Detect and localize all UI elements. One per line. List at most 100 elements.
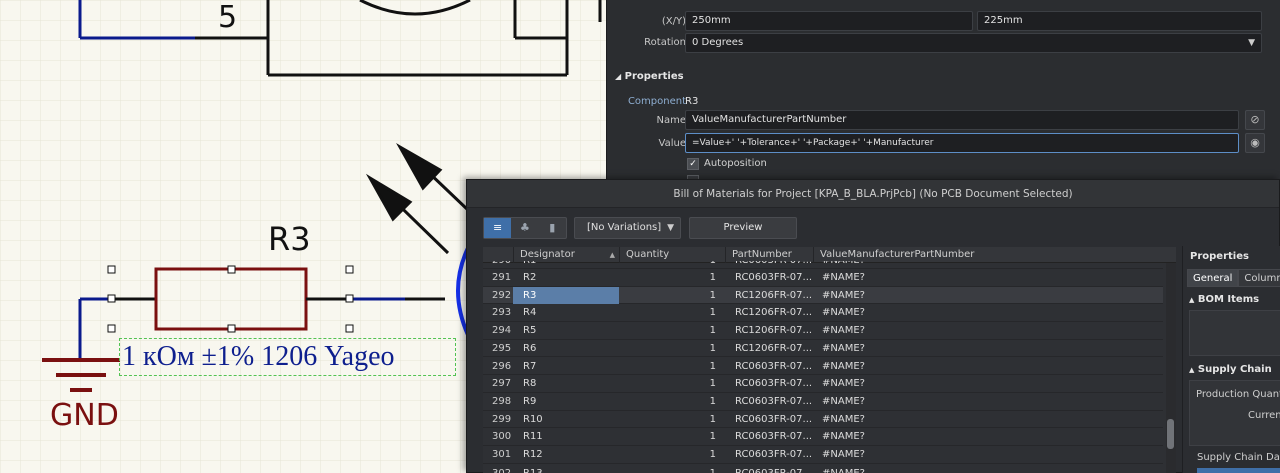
pin-number: 5 bbox=[218, 0, 238, 35]
hidden-eye-icon[interactable]: ⊘ bbox=[1245, 110, 1265, 130]
designator-cell: R4 bbox=[523, 307, 537, 319]
value-label: Value bbox=[658, 138, 686, 149]
value-manufacturer-cell: #NAME? bbox=[822, 431, 865, 443]
grid-scrollbar[interactable] bbox=[1166, 263, 1176, 473]
production-quantity-label: Production Quantity bbox=[1196, 389, 1280, 400]
xy-label: (X/Y) bbox=[661, 16, 686, 27]
table-row[interactable]: 300 R11 1 RC0603FR-07... #NAME? bbox=[483, 428, 1163, 446]
table-row[interactable]: 298 R9 1 RC0603FR-07... #NAME? bbox=[483, 393, 1163, 411]
designator-label[interactable]: R3 bbox=[268, 220, 311, 258]
supply-chain-section[interactable]: ▲ Supply Chain bbox=[1189, 364, 1272, 375]
table-row[interactable]: 290 R1 1 RC0603FR-07... #NAME? bbox=[483, 261, 1163, 269]
designator-cell: R5 bbox=[523, 325, 537, 337]
collapse-triangle-icon: ▲ bbox=[1189, 296, 1195, 304]
chart-view-icon[interactable]: ▮ bbox=[539, 218, 566, 238]
row-index: 298 bbox=[492, 395, 512, 407]
quantity-cell: 1 bbox=[709, 342, 716, 354]
designator-cell: R6 bbox=[523, 342, 537, 354]
designator-cell: R8 bbox=[523, 378, 537, 390]
flat-view-icon[interactable]: ≡ bbox=[484, 218, 512, 238]
designator-cell: R12 bbox=[523, 449, 543, 460]
supply-chain-data-button[interactable] bbox=[1197, 468, 1280, 473]
collapse-triangle-icon: ◢ bbox=[615, 72, 622, 81]
designator-cell: R3 bbox=[513, 286, 619, 304]
quantity-cell: 1 bbox=[709, 395, 716, 407]
bom-items-section[interactable]: ▲ BOM Items bbox=[1189, 294, 1259, 305]
bom-toolbar: ≡ ♣ ▮ [No Variations] ▼ Preview bbox=[467, 209, 1279, 245]
tab-general[interactable]: General bbox=[1187, 269, 1239, 287]
supply-chain-data-label: Supply Chain Data bbox=[1197, 452, 1280, 463]
table-row[interactable]: 295 R6 1 RC1206FR-07... #NAME? bbox=[483, 340, 1163, 358]
quantity-cell: 1 bbox=[709, 289, 716, 301]
name-label: Name bbox=[656, 115, 686, 126]
base-view-icon[interactable]: ♣ bbox=[511, 218, 538, 238]
value-field[interactable]: =Value+' '+Tolerance+' '+Package+' '+Man… bbox=[685, 133, 1239, 153]
chevron-down-icon: ▼ bbox=[1248, 38, 1255, 48]
scrollbar-thumb[interactable] bbox=[1167, 419, 1174, 449]
rotation-label: Rotation bbox=[644, 37, 686, 48]
preview-button[interactable]: Preview bbox=[689, 217, 797, 239]
bom-grid[interactable]: Designator ▲ Quantity PartNumber ValueMa… bbox=[483, 247, 1176, 473]
y-position-field[interactable]: 225mm bbox=[977, 11, 1262, 31]
table-row[interactable]: 294 R5 1 RC1206FR-07... #NAME? bbox=[483, 322, 1163, 340]
collapse-triangle-icon: ▲ bbox=[1189, 366, 1195, 374]
designator-cell: R10 bbox=[523, 413, 543, 425]
row-index: 295 bbox=[492, 342, 512, 354]
rotation-select[interactable]: 0 Degrees ▼ bbox=[685, 33, 1262, 53]
name-field[interactable]: ValueManufacturerPartNumber bbox=[685, 110, 1239, 130]
visible-eye-icon[interactable]: ◉ bbox=[1245, 133, 1265, 153]
row-index: 301 bbox=[492, 449, 512, 460]
variation-select[interactable]: [No Variations] ▼ bbox=[574, 217, 681, 239]
value-manufacturer-cell: #NAME? bbox=[822, 289, 865, 301]
table-row[interactable]: 293 R4 1 RC1206FR-07... #NAME? bbox=[483, 304, 1163, 323]
designator-cell: R7 bbox=[523, 360, 537, 372]
partnumber-cell: RC0603FR-07... bbox=[735, 360, 813, 372]
comment-value-text[interactable]: 1 кОм ±1% 1206 Yageo bbox=[119, 338, 456, 376]
quantity-cell: 1 bbox=[709, 360, 716, 372]
bom-window-title[interactable]: Bill of Materials for Project [KPA_B_BLA… bbox=[467, 180, 1279, 208]
rotation-value: 0 Degrees bbox=[692, 37, 744, 48]
bom-properties-title: Properties bbox=[1190, 251, 1249, 262]
value-manufacturer-cell: #NAME? bbox=[822, 449, 865, 460]
value-manufacturer-cell: #NAME? bbox=[822, 342, 865, 354]
bom-properties-tabs: General Columns bbox=[1187, 269, 1280, 287]
value-manufacturer-cell: #NAME? bbox=[822, 307, 865, 319]
partnumber-cell: RC1206FR-07... bbox=[735, 289, 813, 301]
component-value: R3 bbox=[685, 96, 699, 107]
partnumber-cell: RC0603FR-07... bbox=[735, 272, 813, 283]
x-position-field[interactable]: 250mm bbox=[685, 11, 973, 31]
autoposition-checkbox[interactable]: ✓ bbox=[687, 158, 699, 170]
row-index: 300 bbox=[492, 431, 512, 443]
value-manufacturer-cell: #NAME? bbox=[822, 395, 865, 407]
variation-value: [No Variations] bbox=[587, 222, 662, 233]
designator-cell: R9 bbox=[523, 395, 537, 407]
bom-window: Bill of Materials for Project [KPA_B_BLA… bbox=[466, 179, 1280, 473]
properties-section-title: Properties bbox=[624, 71, 684, 82]
properties-panel: (X/Y) 250mm 225mm Rotation 0 Degrees ▼ ◢… bbox=[606, 0, 1280, 187]
table-row[interactable]: 291 R2 1 RC0603FR-07... #NAME? bbox=[483, 269, 1163, 287]
component-label: Component bbox=[627, 96, 686, 107]
row-index: 293 bbox=[492, 307, 512, 319]
row-index: 299 bbox=[492, 413, 512, 425]
designator-cell: R11 bbox=[523, 431, 543, 443]
quantity-cell: 1 bbox=[709, 378, 716, 390]
properties-section-header[interactable]: ◢ Properties bbox=[615, 71, 684, 82]
table-row[interactable]: 292 R3 1 RC1206FR-07... #NAME? bbox=[483, 286, 1163, 305]
row-index: 297 bbox=[492, 378, 512, 390]
table-row[interactable]: 302 R13 1 RC0603FR-07... #NAME? bbox=[483, 465, 1163, 473]
currency-label: Currency bbox=[1248, 410, 1280, 421]
value-manufacturer-cell: #NAME? bbox=[822, 360, 865, 372]
table-row[interactable]: 297 R8 1 RC0603FR-07... #NAME? bbox=[483, 375, 1163, 393]
quantity-cell: 1 bbox=[709, 325, 716, 337]
quantity-cell: 1 bbox=[709, 307, 716, 319]
table-row[interactable]: 296 R7 1 RC0603FR-07... #NAME? bbox=[483, 358, 1163, 376]
partnumber-cell: RC1206FR-07... bbox=[735, 307, 813, 319]
value-manufacturer-cell: #NAME? bbox=[822, 325, 865, 337]
quantity-cell: 1 bbox=[709, 449, 716, 460]
table-row[interactable]: 299 R10 1 RC0603FR-07... #NAME? bbox=[483, 411, 1163, 429]
table-row[interactable]: 301 R12 1 RC0603FR-07... #NAME? bbox=[483, 446, 1163, 464]
chevron-down-icon: ▼ bbox=[667, 223, 674, 233]
partnumber-cell: RC1206FR-07... bbox=[735, 325, 813, 337]
designator-cell: R2 bbox=[523, 272, 537, 283]
tab-columns[interactable]: Columns bbox=[1238, 269, 1280, 287]
